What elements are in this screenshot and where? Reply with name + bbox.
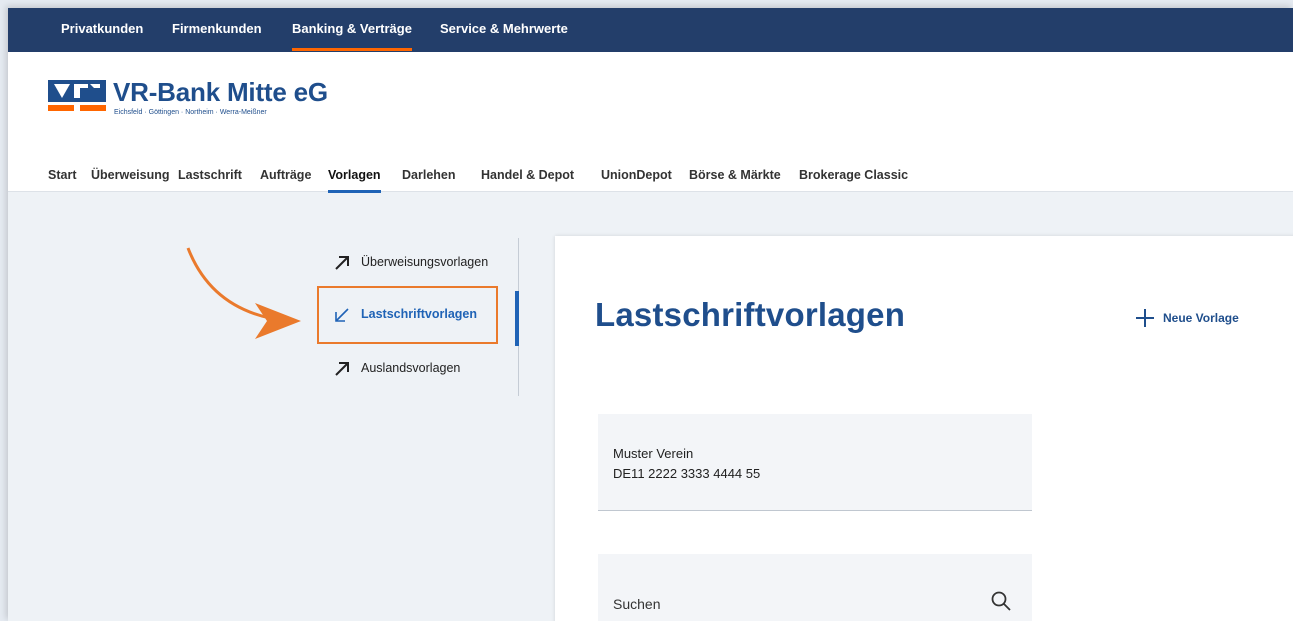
bank-logo[interactable]: VR-Bank Mitte eG Eichsfeld · Göttingen ·… — [48, 77, 368, 127]
sidenav-item-label: Überweisungsvorlagen — [361, 255, 489, 269]
search-icon[interactable] — [990, 590, 1012, 612]
browser-frame: Privatkunden Firmenkunden Banking & Vert… — [8, 8, 1293, 621]
subnav-uniondepot[interactable]: UnionDepot — [601, 168, 672, 182]
new-template-label: Neue Vorlage — [1163, 311, 1239, 325]
template-list-item[interactable]: Muster Verein DE11 2222 3333 4444 55 — [598, 414, 1032, 511]
bank-name: VR-Bank Mitte eG — [113, 77, 328, 107]
topnav-firmenkunden[interactable]: Firmenkunden — [172, 21, 262, 36]
topnav-service-mehrwerte[interactable]: Service & Mehrwerte — [440, 21, 568, 36]
top-navigation: Privatkunden Firmenkunden Banking & Vert… — [8, 8, 1293, 52]
topnav-privatkunden[interactable]: Privatkunden — [61, 21, 143, 36]
main-content-card: Lastschriftvorlagen Neue Vorlage Muster … — [555, 236, 1293, 621]
subnav-ueberweisung[interactable]: Überweisung — [91, 168, 170, 182]
subnav-lastschrift[interactable]: Lastschrift — [178, 168, 242, 182]
sidenav-item-label: Auslandsvorlagen — [361, 361, 461, 375]
subnav-brokerage-classic[interactable]: Brokerage Classic — [799, 168, 908, 182]
subnav-start[interactable]: Start — [48, 168, 76, 182]
template-name: Muster Verein — [613, 446, 694, 461]
plus-icon — [1136, 309, 1154, 327]
bank-subline: Eichsfeld · Göttingen · Northeim · Werra… — [114, 109, 267, 116]
search-field — [598, 554, 1032, 621]
subnav-darlehen[interactable]: Darlehen — [402, 168, 456, 182]
subnav-handel-depot[interactable]: Handel & Depot — [481, 168, 574, 182]
sidenav-active-indicator — [515, 291, 519, 346]
annotation-arrow-icon — [186, 247, 301, 339]
page-title: Lastschriftvorlagen — [595, 296, 906, 333]
vr-logo-icon — [48, 80, 106, 111]
subnav-auftraege[interactable]: Aufträge — [260, 168, 311, 182]
arrow-down-left-icon — [335, 308, 349, 322]
subnav-boerse-maerkte[interactable]: Börse & Märkte — [689, 168, 781, 182]
topnav-banking-vertraege[interactable]: Banking & Verträge — [292, 21, 412, 51]
sidenav-item-label: Lastschriftvorlagen — [361, 307, 478, 321]
arrow-up-right-icon — [335, 362, 349, 376]
search-input[interactable] — [613, 592, 973, 616]
subnav-vorlagen[interactable]: Vorlagen — [328, 168, 381, 193]
site-header: VR-Bank Mitte eG Eichsfeld · Göttingen ·… — [8, 52, 1293, 193]
arrow-up-right-icon — [335, 256, 349, 270]
template-iban: DE11 2222 3333 4444 55 — [613, 466, 761, 481]
